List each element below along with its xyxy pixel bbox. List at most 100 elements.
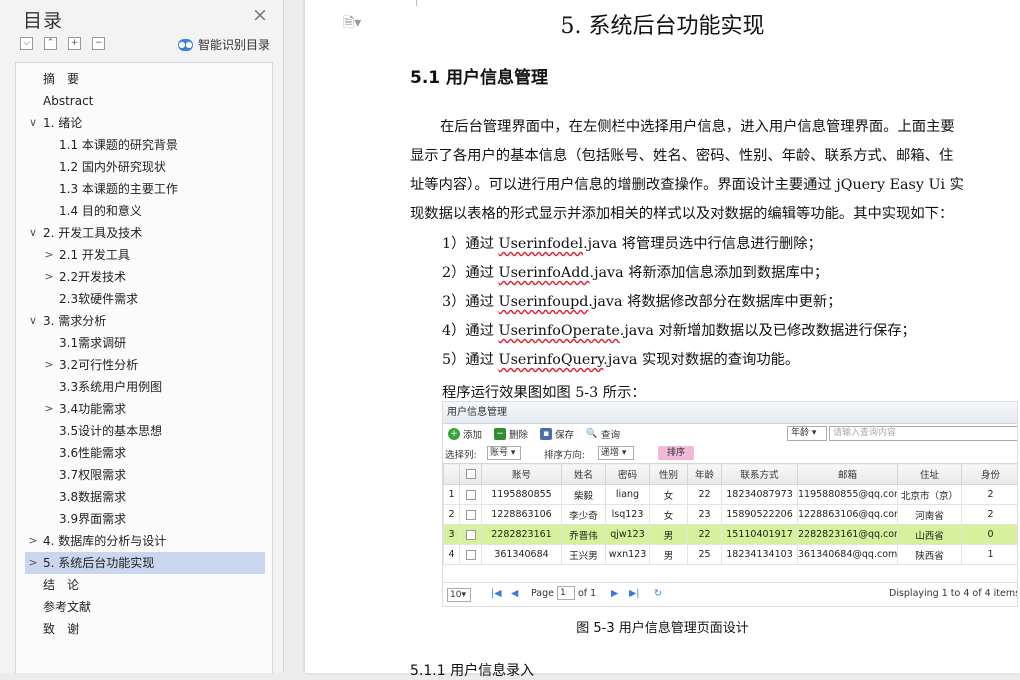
chevron-right-icon[interactable]: > [43,266,55,288]
toc-item[interactable]: ∨ 3. 需求分析 [25,310,265,332]
search-icon: 🔍 [586,429,598,439]
page-number-input[interactable]: 1 [557,586,575,600]
add-heading-icon[interactable]: + [68,37,81,50]
toc-item[interactable]: 1.2 国内外研究现状 [25,156,265,178]
smart-toc-button[interactable]: ●● 智能识别目录 [178,36,270,53]
refresh-icon[interactable]: ↻ [654,588,662,599]
list-text: 1）通过 [442,236,499,252]
select-all-checkbox[interactable] [459,463,482,485]
page-corner-mark [409,0,417,6]
toc-item-label: 1.4 目的和意义 [59,204,142,218]
toc-item[interactable]: 3.3系统用户用例图 [25,376,265,398]
table-cell: 李少奇 [561,504,606,525]
toc-item[interactable]: 参考文献 [25,596,265,618]
list-text: 5）通过 [442,352,499,368]
chapter-title: 5. 系统后台功能实现 [560,14,765,39]
collapse-all-icon[interactable]: ⌵ [20,37,33,50]
toc-item-label: 1.1 本课题的研究背景 [59,138,178,152]
prev-page-icon[interactable]: ◀ [511,588,518,599]
table-cell: 1195880855@qq.com [797,484,898,505]
toc-item[interactable]: Abstract [25,90,265,112]
smart-toc-icon: ●● [178,38,193,51]
chevron-down-icon[interactable]: ∨ [27,310,39,332]
toc-item[interactable]: 结 论 [25,574,265,596]
add-button[interactable]: + 添加 [448,427,482,441]
row-checkbox[interactable] [459,504,482,525]
toc-item[interactable]: 3.1需求调研 [25,332,265,354]
row-checkbox[interactable] [459,524,482,545]
toc-item-label: 3.2可行性分析 [59,358,139,372]
toc-item[interactable]: 1.3 本课题的主要工作 [25,178,265,200]
toc-item[interactable]: >4. 数据库的分析与设计 [25,530,265,552]
toc-item[interactable]: >3.2可行性分析 [25,354,265,376]
user-management-figure: 用户信息管理 + 添加 − 删除 ▪ 保存 🔍 查询 年龄 ▾ 请输入查询内容 … [442,401,1018,607]
sort-column-select[interactable]: 账号 ▾ [487,446,521,460]
toc-item[interactable]: 3.9界面需求 [25,508,265,530]
toc-item[interactable]: ∨ 2. 开发工具及技术 [25,222,265,244]
table-cell: 25 [687,544,722,565]
toc-item[interactable]: 摘 要 [25,68,265,90]
chevron-right-icon[interactable]: > [43,354,55,376]
table-cell: qjw123 [605,524,650,545]
save-button[interactable]: ▪ 保存 [540,427,574,441]
chevron-right-icon[interactable]: > [27,530,39,552]
field-select[interactable]: 年龄 ▾ [787,426,827,441]
search-input[interactable]: 请输入查询内容 [829,426,1017,441]
column-header: 密码 [605,463,650,485]
chevron-right-icon[interactable]: > [27,552,39,574]
figure-title-bar: 用户信息管理 [443,402,1017,424]
column-header: 年龄 [687,463,722,485]
row-checkbox[interactable] [459,484,482,505]
toc-item[interactable]: 3.7权限需求 [25,464,265,486]
row-checkbox[interactable] [459,544,482,565]
query-button[interactable]: 🔍 查询 [586,427,620,441]
table-row[interactable]: 1 1195880855 柴毅 liang 女 22 18234087973 11958808… [443,484,1017,505]
chevron-down-icon[interactable]: ∨ [27,222,39,244]
page-size-select[interactable]: 10▾ [447,588,471,602]
sort-direction-select[interactable]: 递增 ▾ [598,446,634,460]
close-icon[interactable]: × [250,5,270,25]
chevron-right-icon[interactable]: > [43,398,55,420]
toc-item[interactable]: >2.1 开发工具 [25,244,265,266]
section-title: 5.1 用户信息管理 [410,68,549,88]
toc-item[interactable]: 3.6性能需求 [25,442,265,464]
toc-item[interactable]: >2.2开发技术 [25,266,265,288]
next-page-icon[interactable]: ▶ [611,588,618,599]
table-cell: wxn123 [605,544,650,565]
toc-item[interactable]: 2.3软硬件需求 [25,288,265,310]
toc-item-label: 3.1需求调研 [59,336,127,350]
list-item: 3）通过 Userinfoupd.java 将数据修改部分在数据库中更新； [442,290,842,311]
list-text: .java 实现对数据的查询功能。 [603,352,800,368]
toc-item-label: 3.8数据需求 [59,490,127,504]
table-cell: 18234087973 [721,484,798,505]
next-section-title: 5.1.1 用户信息录入 [410,663,535,679]
class-name: Userinfoupd [498,294,589,310]
page-size-value: 10 [450,590,462,600]
remove-heading-icon[interactable]: − [92,37,105,50]
expand-all-icon[interactable]: ⌃ [44,37,57,50]
last-page-icon[interactable]: ▶| [629,588,640,599]
user-table: 账号 姓名 密码 性别 年龄 联系方式 邮箱 住址 身份 1 1195880855 柴毅 liang 女… [443,463,1017,565]
toc-item[interactable]: >3.4功能需求 [25,398,265,420]
delete-label: 删除 [509,430,529,441]
add-label: 添加 [463,430,483,441]
sort-button[interactable]: 排序 [658,446,694,460]
toc-item[interactable]: 3.5设计的基本思想 [25,420,265,442]
table-row[interactable]: 2 1228863106 李少奇 lsq123 女 23 15890522206 122886… [443,504,1017,525]
delete-button[interactable]: − 删除 [494,427,528,441]
paragraph-line: 在后台管理界面中，在左侧栏中选择用户信息，进入用户信息管理界面。上面主要 [440,119,955,135]
first-page-icon[interactable]: |◀ [491,588,502,599]
toc-item[interactable]: 致 谢 [25,618,265,640]
class-name: UserinfoAdd [498,265,590,281]
toc-item[interactable]: >5. 系统后台功能实现 [25,552,265,574]
table-cell: 河南省 [897,504,962,525]
table-row[interactable]: 4 361340684 王兴男 wxn123 男 25 18234134103 3613406… [443,544,1017,565]
chevron-right-icon[interactable]: > [43,244,55,266]
toc-item[interactable]: 1.4 目的和意义 [25,200,265,222]
toc-item[interactable]: ∨ 1. 绪论 [25,112,265,134]
table-row[interactable]: 3 2282823161 乔晋伟 qjw123 男 22 15110401917 228282… [443,524,1017,545]
chevron-down-icon[interactable]: ∨ [27,112,39,134]
toc-item[interactable]: 1.1 本课题的研究背景 [25,134,265,156]
toc-item-label: 3.6性能需求 [59,446,127,460]
toc-item[interactable]: 3.8数据需求 [25,486,265,508]
